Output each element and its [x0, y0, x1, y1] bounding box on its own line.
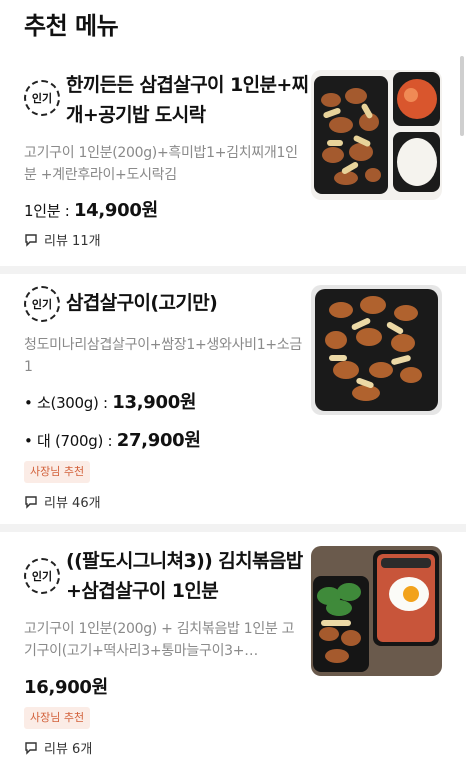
scrollbar[interactable]: [460, 56, 464, 136]
section-divider: [0, 524, 466, 532]
price-label: • 대 (700g) :: [24, 432, 113, 450]
menu-image[interactable]: [311, 546, 442, 676]
price-option: • 소(300g) : 13,900원: [24, 388, 196, 414]
review-link[interactable]: 리뷰 46개: [24, 492, 101, 511]
menu-description: 청도미나리삼겹살구이+쌈장1+생와사비1+소금1: [24, 337, 302, 375]
menu-name: 삼겹살구이(고기만): [66, 292, 218, 314]
section-title: 추천 메뉴: [24, 12, 119, 40]
price-option: 16,900원: [24, 673, 108, 699]
popular-badge-icon: 인기: [24, 286, 60, 322]
menu-description: 고기구이 1인분(200g)+흑미밥1+김치찌개1인분 +계란후라이+도시락김: [24, 145, 298, 183]
owner-recommend-tag: 사장님 추천: [24, 461, 91, 483]
price-label: • 소(300g) :: [24, 394, 108, 412]
section-divider: [0, 266, 466, 274]
price-value: 16,900원: [24, 677, 108, 698]
review-count: 리뷰 6개: [44, 742, 93, 757]
owner-recommend-tag: 사장님 추천: [24, 707, 91, 729]
menu-description: 고기구이 1인분(200g) + 김치볶음밥 1인분 고기구이(고기+떡사리3+…: [24, 621, 295, 659]
price-value: 14,900원: [73, 200, 158, 221]
comment-icon: [25, 495, 37, 509]
price-option: • 대 (700g) : 27,900원: [24, 426, 201, 452]
popular-badge-icon: 인기: [24, 558, 60, 594]
price-option: 1인분 : 14,900원: [24, 196, 158, 222]
menu-name: 한끼든든 삼겹살구이 1인분+찌개+공기밥 도시락: [66, 74, 309, 126]
price-value: 27,900원: [116, 430, 201, 451]
review-count: 리뷰 11개: [44, 234, 101, 249]
price-label: 1인분 :: [24, 202, 70, 220]
menu-name: ((팔도시그니쳐3)) 김치볶음밥+삼겹살구이 1인분: [66, 550, 303, 602]
comment-icon: [25, 741, 37, 755]
comment-icon: [25, 233, 37, 247]
price-value: 13,900원: [112, 392, 197, 413]
menu-image[interactable]: [311, 285, 442, 415]
review-count: 리뷰 46개: [44, 496, 101, 511]
review-link[interactable]: 리뷰 6개: [24, 738, 92, 757]
review-link[interactable]: 리뷰 11개: [24, 230, 101, 249]
popular-badge-icon: 인기: [24, 80, 60, 116]
menu-image[interactable]: [311, 70, 442, 200]
